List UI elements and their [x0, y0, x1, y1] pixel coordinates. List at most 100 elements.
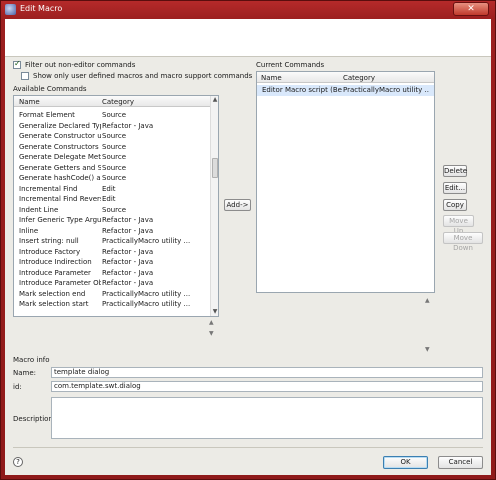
title-bar[interactable]: Edit Macro ✕ — [1, 1, 495, 19]
table-row[interactable]: Introduce Parameter Refactor - Java — [14, 268, 218, 279]
cell-name: Incremental Find Reverse — [19, 195, 101, 203]
name-field[interactable]: template dialog — [51, 367, 483, 378]
cell-name: Format Element — [19, 111, 75, 119]
move-up-button[interactable]: Move Up — [443, 215, 474, 235]
outer-scroll-down-icon[interactable]: ▼ — [209, 330, 214, 337]
cell-category: Source — [102, 142, 127, 151]
delete-button[interactable]: Delete — [443, 165, 467, 177]
filter-non-editor-label: Filter out non-editor commands — [25, 61, 136, 69]
table-row[interactable]: Generate Delegate Meth...Source — [14, 152, 218, 163]
cancel-button[interactable]: Cancel — [438, 456, 483, 469]
cell-category: Edit — [102, 184, 116, 193]
cell-category: Refactor - Java — [102, 258, 154, 266]
scroll-up-arrow-icon[interactable]: ▲ — [211, 96, 218, 104]
dialog-body: Filter out non-editor commands Show only… — [5, 19, 491, 475]
macro-info-title: Macro info — [13, 356, 50, 364]
vertical-scrollbar[interactable]: ▲ ▼ — [210, 96, 218, 316]
cell-category: Source — [102, 111, 127, 119]
table-row[interactable]: Introduce Factory Refactor - Java — [14, 247, 218, 258]
current-commands-table[interactable]: Name Category Editor Macro script (Bea..… — [256, 71, 435, 293]
scroll-down-arrow-icon[interactable]: ▼ — [211, 308, 218, 316]
cell-category: Refactor - Java — [102, 226, 154, 235]
cell-category: Source — [102, 132, 127, 140]
table-row[interactable]: Insert string: null PracticallyMacro util… — [14, 236, 218, 247]
filter-non-editor-checkbox[interactable]: Filter out non-editor commands — [13, 59, 136, 69]
column-header-name[interactable]: Name — [19, 98, 40, 106]
cell-category: Refactor - Java — [102, 247, 154, 256]
table-row[interactable]: Incremental Find Edit — [14, 184, 218, 195]
description-label: Description: — [13, 415, 56, 423]
table-row[interactable]: Introduce Parameter Obj...Refactor - Jav… — [14, 278, 218, 289]
cell-category: Edit — [102, 195, 116, 203]
cell-category: Source — [102, 163, 127, 172]
table-row[interactable]: Generate hashCode() an...Source — [14, 173, 218, 184]
column-header-category[interactable]: Category — [102, 98, 134, 106]
copy-button[interactable]: Copy — [443, 199, 467, 211]
checkbox-box[interactable] — [13, 59, 21, 69]
help-icon[interactable]: ? — [13, 457, 23, 467]
cell-category: Source — [102, 153, 127, 161]
move-down-button[interactable]: Move Down — [443, 232, 483, 252]
cell-name: Mark selection start — [19, 300, 89, 308]
dialog-header-band — [5, 19, 491, 57]
cell-name: Generate Getters and Set... — [19, 163, 101, 172]
table-row[interactable]: Incremental Find Reverse Edit — [14, 194, 218, 205]
cell-category: Source — [102, 205, 127, 214]
app-icon — [5, 4, 16, 15]
name-label: Name: — [13, 369, 37, 377]
cell-name: Infer Generic Type Argu... — [19, 216, 101, 224]
window-title: Edit Macro — [20, 4, 63, 13]
cell-category: PracticallyMacro utility ... — [102, 237, 191, 245]
current-scroll-down-icon[interactable]: ▼ — [425, 346, 430, 353]
cell-category: Refactor - Java — [102, 216, 154, 224]
cell-name: Generate Constructor usi... — [19, 132, 101, 140]
table-row[interactable]: Generate Getters and Set...Source — [14, 163, 218, 174]
table-row[interactable]: Inline Refactor - Java — [14, 226, 218, 237]
scroll-thumb[interactable] — [212, 158, 218, 178]
table-header: Name Category — [257, 72, 434, 83]
outer-scroll-up-icon[interactable]: ▲ — [209, 319, 214, 326]
table-row[interactable]: Generalize Declared Type Refactor - Java — [14, 121, 218, 132]
show-user-defined-label: Show only user defined macros and macro … — [33, 72, 253, 80]
cell-name: Introduce Factory — [19, 247, 81, 256]
checkbox-box[interactable] — [21, 72, 29, 80]
available-commands-title: Available Commands — [13, 85, 87, 93]
cell-name: Inline — [19, 226, 39, 235]
cell-name: Introduce Parameter Obj... — [19, 279, 101, 287]
table-row[interactable]: Indent Line Source — [14, 205, 218, 216]
column-header-category[interactable]: Category — [343, 74, 375, 82]
cell-name: Generalize Declared Type — [19, 121, 101, 130]
table-row[interactable]: Introduce Indirection Refactor - Java — [14, 257, 218, 268]
cell-category: PracticallyMacro utility ... — [102, 300, 191, 308]
table-row[interactable]: Infer Generic Type Argu... Refactor - Jav… — [14, 215, 218, 226]
current-scroll-up-icon[interactable]: ▲ — [425, 297, 430, 304]
table-row[interactable]: Format Element Source — [14, 110, 218, 121]
edit-button[interactable]: Edit... — [443, 182, 467, 194]
cell-name: Editor Macro script (Bea... — [262, 86, 342, 94]
id-label: id: — [13, 383, 22, 391]
table-row[interactable]: Generate Constructors fr...Source — [14, 142, 218, 153]
table-row[interactable]: Generate Constructor usi...Source — [14, 131, 218, 142]
id-field[interactable]: com.template.swt.dialog — [51, 381, 483, 392]
cell-name: Indent Line — [19, 205, 59, 214]
table-row[interactable]: Mark selection end PracticallyMacro utili… — [14, 289, 218, 300]
cell-name: Generate hashCode() an... — [19, 174, 101, 182]
cell-name: Insert string: null — [19, 237, 79, 245]
available-commands-table[interactable]: Name Category Format Element Source Genera… — [13, 95, 219, 317]
add-button[interactable]: Add-> — [224, 199, 251, 211]
table-row[interactable]: Mark selection start PracticallyMacro uti… — [14, 299, 218, 310]
close-button[interactable]: ✕ — [453, 2, 489, 16]
edit-macro-window: Edit Macro ✕ Filter out non-editor comma… — [0, 0, 496, 480]
table-row[interactable]: Editor Macro script (Bea...PracticallyMa… — [257, 85, 434, 96]
show-user-defined-checkbox[interactable]: Show only user defined macros and macro … — [21, 72, 252, 80]
cell-category: PracticallyMacro utility ... — [343, 86, 429, 94]
cell-name: Introduce Indirection — [19, 258, 92, 266]
cell-name: Introduce Parameter — [19, 268, 91, 277]
footer-separator — [13, 447, 483, 448]
description-field[interactable] — [51, 397, 483, 439]
ok-button[interactable]: OK — [383, 456, 428, 469]
cell-category: Refactor - Java — [102, 268, 154, 277]
cell-name: Incremental Find — [19, 184, 78, 193]
cell-category: Source — [102, 174, 127, 182]
column-header-name[interactable]: Name — [261, 74, 282, 82]
